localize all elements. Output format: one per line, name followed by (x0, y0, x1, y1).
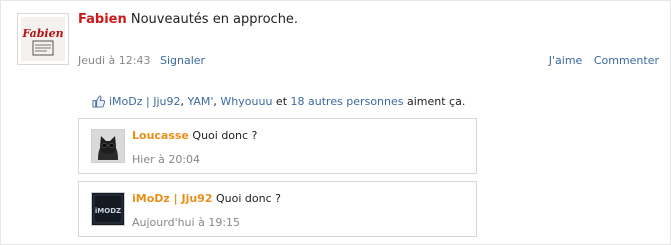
comment-link[interactable]: Commenter (594, 54, 659, 67)
like-link[interactable]: J'aime (549, 54, 583, 67)
comment-timestamp: Aujourd'hui à 19:15 (132, 216, 241, 229)
comment-author-avatar[interactable]: iMODZ (91, 192, 125, 226)
imodz-logo-icon: iMODZ (92, 193, 124, 225)
likes-connector: et (275, 95, 288, 108)
likes-summary: iMoDz | Jju92, YAM', Whyouuu et 18 autre… (92, 95, 465, 108)
liker-link[interactable]: Whyouuu (220, 95, 272, 108)
post-meta: Jeudi à 12:43 Signaler (78, 54, 205, 67)
post-timestamp: Jeudi à 12:43 (78, 54, 151, 67)
comment-text: Quoi donc ? (216, 192, 281, 205)
comment-author-avatar[interactable] (91, 129, 125, 163)
svg-text:Fabien: Fabien (21, 27, 63, 40)
post-author-link[interactable]: Fabien (78, 12, 127, 27)
comment-timestamp: Hier à 20:04 (132, 153, 201, 166)
thumbs-up-icon (92, 95, 105, 108)
comment-text: Quoi donc ? (192, 129, 258, 142)
report-link[interactable]: Signaler (160, 54, 205, 67)
comment-item: iMODZ iMoDz | Jju92 Quoi donc ? Aujourd'… (78, 181, 477, 237)
cat-avatar-icon (92, 130, 124, 162)
comment-author-link[interactable]: iMoDz | Jju92 (132, 192, 213, 205)
liker-link[interactable]: iMoDz | Jju92 (109, 95, 181, 108)
other-likers-link[interactable]: 18 autres personnes (291, 95, 404, 108)
fabien-logo-icon: Fabien (21, 17, 65, 61)
svg-text:iMODZ: iMODZ (95, 207, 121, 215)
likes-suffix: aiment ça. (407, 95, 466, 108)
post-content: Fabien Nouveautés en approche. (78, 12, 298, 27)
comment-content: Loucasse Quoi donc ? (132, 129, 257, 142)
post-author-avatar[interactable]: Fabien (17, 13, 69, 65)
liker-link[interactable]: YAM' (188, 95, 214, 108)
post-actions: J'aime Commenter (541, 54, 659, 67)
comment-content: iMoDz | Jju92 Quoi donc ? (132, 192, 281, 205)
comment-author-link[interactable]: Loucasse (132, 129, 189, 142)
post-text: Nouveautés en approche. (130, 12, 299, 27)
comment-item: Loucasse Quoi donc ? Hier à 20:04 (78, 118, 477, 174)
